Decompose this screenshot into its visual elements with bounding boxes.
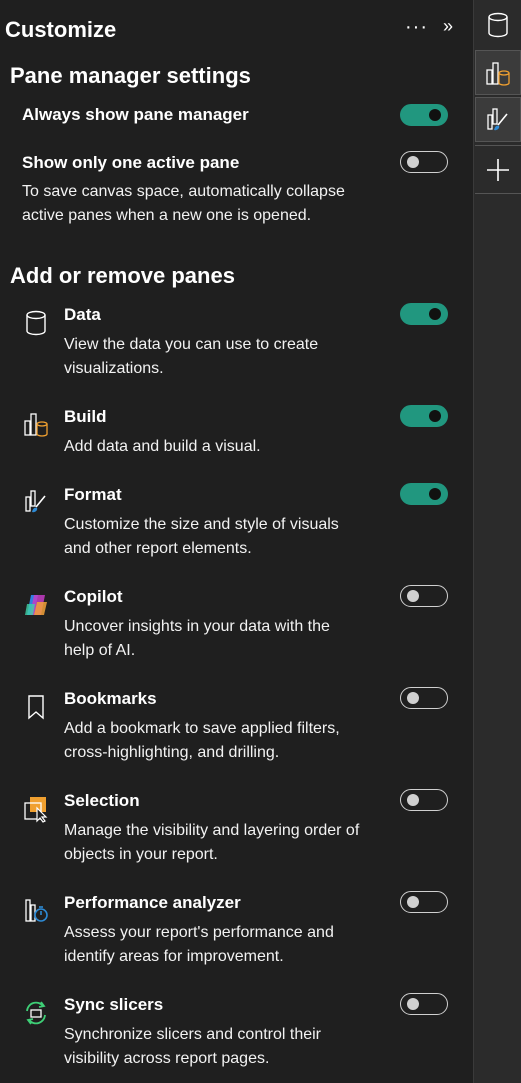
bookmark-icon: [22, 693, 50, 721]
panes-heading: Add or remove panes: [10, 263, 235, 288]
data-pane-toggle[interactable]: [400, 303, 448, 325]
toggle-knob: [407, 794, 419, 806]
sync-slicers-icon: [22, 999, 50, 1027]
pane-manager-heading: Pane manager settings: [10, 63, 251, 88]
pane-description: Synchronize slicers and control their vis…: [64, 1026, 322, 1067]
rail-build-button[interactable]: [475, 50, 521, 95]
always-show-label: Always show pane manager: [22, 105, 249, 124]
pane-title: Customize: [5, 17, 117, 42]
pane-label: Build: [64, 407, 107, 426]
pane-label: Format: [64, 485, 122, 504]
always-show-toggle[interactable]: [400, 104, 448, 126]
toggle-knob: [407, 156, 419, 168]
format-pane-toggle[interactable]: [400, 483, 448, 505]
data-cylinder-icon: [22, 309, 50, 337]
bookmarks-pane-toggle[interactable]: [400, 687, 448, 709]
toggle-knob: [407, 896, 419, 908]
rail-divider: [475, 145, 521, 146]
toggle-knob: [407, 590, 419, 602]
selection-pane-toggle[interactable]: [400, 789, 448, 811]
sync-slicers-pane-toggle[interactable]: [400, 993, 448, 1015]
rail-format-button[interactable]: [475, 97, 521, 142]
format-brush-icon: [487, 107, 508, 130]
pane-description: Uncover insights in your data with the he…: [64, 618, 330, 659]
pane-label: Sync slicers: [64, 995, 164, 1014]
add-pane-icon: [487, 158, 509, 181]
toggle-knob: [407, 998, 419, 1010]
copilot-pane-toggle[interactable]: [400, 585, 448, 607]
pane-label: Data: [64, 305, 101, 324]
build-visual-icon: [22, 410, 50, 438]
performance-analyzer-pane-toggle[interactable]: [400, 891, 448, 913]
pane-description: Add a bookmark to save applied filters, c…: [64, 720, 340, 761]
pane-description: Customize the size and style of visuals a…: [64, 516, 339, 557]
selection-icon: [22, 795, 50, 823]
toggle-knob: [429, 410, 441, 422]
pane-rail: [473, 0, 521, 1083]
more-options-button[interactable]: ···: [405, 16, 428, 39]
toggle-knob: [407, 692, 419, 704]
toggle-knob: [429, 488, 441, 500]
collapse-pane-button[interactable]: »: [443, 16, 453, 37]
one-active-description: To save canvas space, automatically coll…: [22, 183, 345, 224]
performance-analyzer-icon: [22, 897, 50, 925]
pane-description: View the data you can use to create visua…: [64, 336, 319, 377]
pane-label: Copilot: [64, 587, 123, 606]
copilot-icon: [22, 591, 50, 619]
pane-label: Bookmarks: [64, 689, 157, 708]
rail-data-button[interactable]: [475, 2, 521, 47]
build-visual-icon: [486, 61, 510, 86]
data-cylinder-icon: [488, 12, 508, 37]
pane-label: Selection: [64, 791, 140, 810]
one-active-label: Show only one active pane: [22, 153, 240, 172]
pane-description: Add data and build a visual.: [64, 438, 261, 455]
toggle-knob: [429, 308, 441, 320]
rail-add-pane-button[interactable]: [475, 147, 521, 192]
build-pane-toggle[interactable]: [400, 405, 448, 427]
rail-divider: [475, 193, 521, 194]
one-active-toggle[interactable]: [400, 151, 448, 173]
pane-description: Manage the visibility and layering order…: [64, 822, 360, 863]
customize-pane: Customize ··· » Pane manager settings Al…: [0, 0, 473, 1083]
toggle-knob: [429, 109, 441, 121]
pane-label: Performance analyzer: [64, 893, 241, 912]
pane-description: Assess your report's performance and iden…: [64, 924, 334, 965]
format-brush-icon: [22, 488, 50, 516]
